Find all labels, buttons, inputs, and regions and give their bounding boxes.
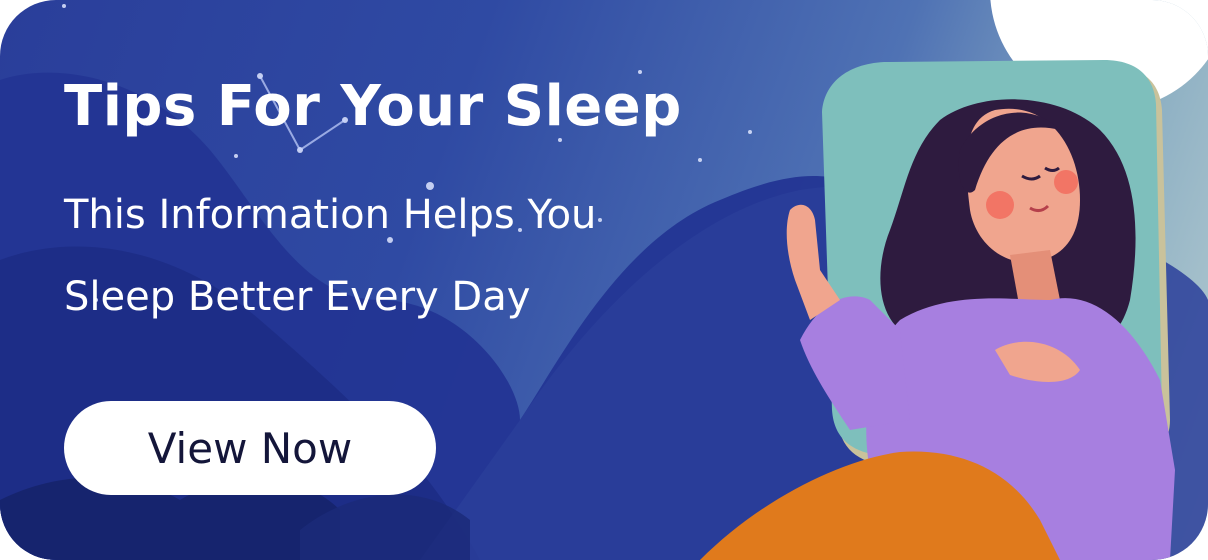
banner-subtitle-line2: Sleep Better Every Day	[64, 274, 531, 320]
view-now-button[interactable]: View Now	[64, 401, 436, 495]
banner-title: Tips For Your Sleep	[64, 74, 682, 139]
sleep-tips-banner: Tips For Your Sleep This Information Hel…	[0, 0, 1208, 560]
banner-subtitle-line1: This Information Helps You	[64, 192, 597, 238]
cheek-shape	[1054, 170, 1078, 194]
cheek-shape	[986, 191, 1014, 219]
